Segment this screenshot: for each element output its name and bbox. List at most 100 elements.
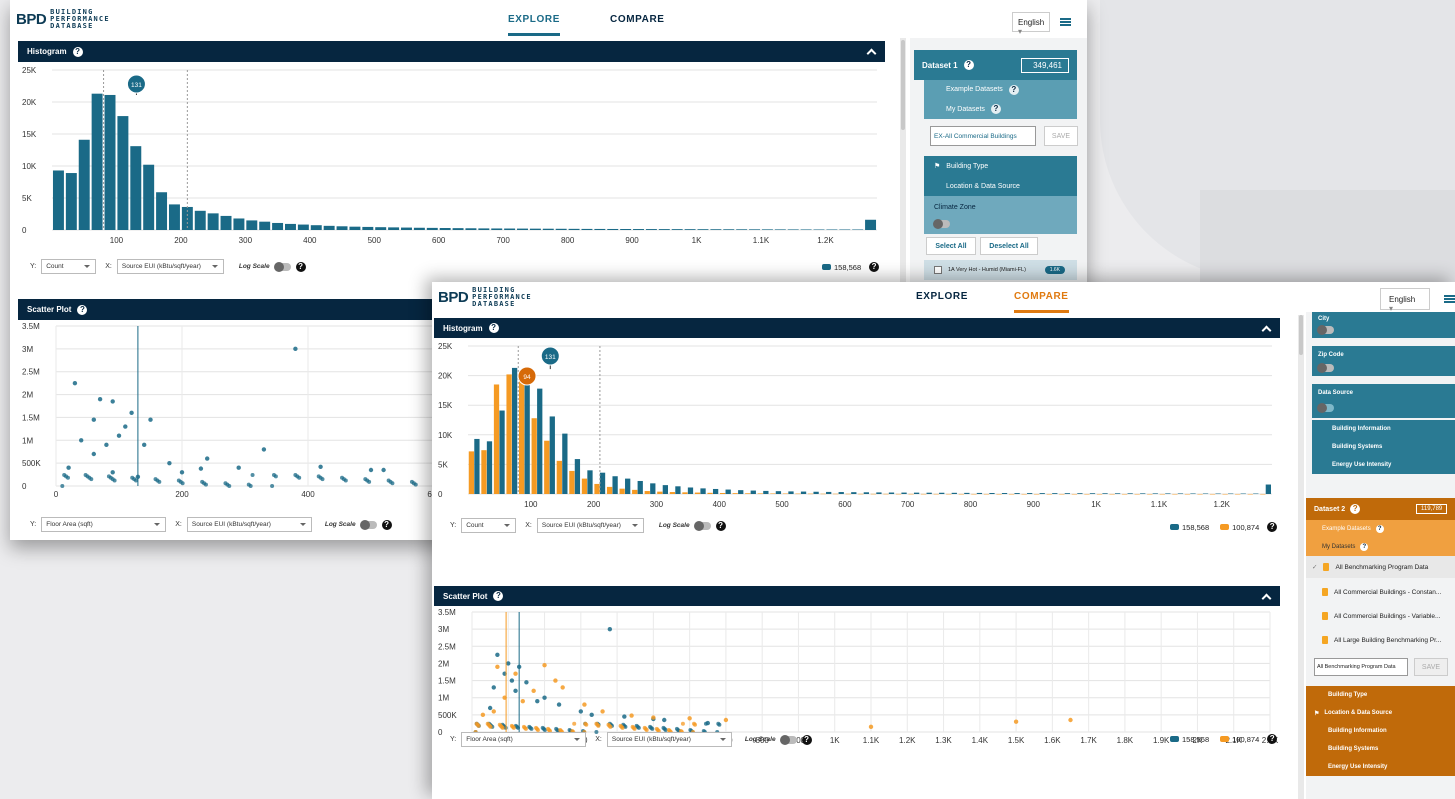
- bpd-logo[interactable]: BPD BUILDING PERFORMANCE DATABASE: [438, 287, 532, 308]
- scatter-chart[interactable]: 0500K1M1.5M2M2.5M3M3.5M01002003004005006…: [434, 606, 1280, 746]
- building-information-row[interactable]: Building Information: [1312, 420, 1455, 438]
- log-scale-toggle[interactable]: [273, 261, 291, 272]
- save-button[interactable]: SAVE: [1044, 126, 1078, 146]
- building-type-row[interactable]: Building Type: [1306, 686, 1455, 704]
- scatter-point: [511, 725, 516, 730]
- deselect-all-button[interactable]: Deselect All: [980, 237, 1038, 255]
- help-icon[interactable]: ?: [1267, 522, 1278, 532]
- nav-explore[interactable]: EXPLORE: [508, 14, 560, 36]
- city-toggle[interactable]: [1317, 325, 1334, 335]
- help-icon[interactable]: ?: [1360, 543, 1369, 551]
- histogram-bar: [732, 493, 738, 494]
- city-row[interactable]: City: [1312, 312, 1455, 338]
- checkbox[interactable]: [934, 266, 942, 274]
- building-systems-row[interactable]: Building Systems: [1312, 438, 1455, 456]
- scatter-point: [1013, 719, 1019, 724]
- help-icon[interactable]: ?: [1008, 84, 1019, 95]
- dataset-name-input[interactable]: EX-All Commercial Buildings: [930, 126, 1036, 146]
- climate-zone-item[interactable]: 1A Very Hot - Humid (Miami-FL) 1.6K: [924, 260, 1077, 280]
- log-scale-toggle[interactable]: [779, 734, 797, 745]
- building-systems-row[interactable]: Building Systems: [1306, 740, 1455, 758]
- example-datasets-row[interactable]: Example Datasets?: [924, 80, 1077, 99]
- scrollbar[interactable]: [1298, 315, 1304, 799]
- nav-compare[interactable]: COMPARE: [1014, 291, 1069, 313]
- histogram-bar: [800, 229, 812, 230]
- climate-zone-row[interactable]: Climate Zone: [924, 196, 1077, 234]
- histogram-bar: [787, 229, 799, 230]
- bpd-logo[interactable]: BPD BUILDING PERFORMANCE DATABASE: [16, 9, 110, 30]
- hamburger-menu-icon[interactable]: [1060, 18, 1071, 26]
- help-icon[interactable]: ?: [963, 60, 974, 70]
- scatter-point: [723, 717, 729, 723]
- x-axis-select[interactable]: Source EUI (kBtu/sqft/year): [606, 732, 732, 747]
- energy-use-row[interactable]: Energy Use Intensity: [1312, 456, 1455, 474]
- building-information-row[interactable]: Building Information: [1306, 722, 1455, 740]
- histogram-bar: [725, 489, 731, 494]
- save-button[interactable]: SAVE: [1414, 658, 1448, 676]
- nav-compare[interactable]: COMPARE: [610, 14, 665, 25]
- y-axis-select[interactable]: Count: [461, 518, 517, 533]
- x-axis-select[interactable]: Source EUI (kBtu/sqft/year): [536, 518, 644, 533]
- histogram-bar: [632, 489, 638, 494]
- hamburger-menu-icon[interactable]: [1444, 295, 1455, 303]
- log-scale-toggle[interactable]: [359, 519, 377, 530]
- building-type-row[interactable]: ⚑ Building Type: [924, 156, 1077, 176]
- zip-code-toggle[interactable]: [1317, 363, 1334, 373]
- histogram-chart[interactable]: 0 5K 10K 15K 20K 25K 100 200 300 400 500 600 700 800 9…: [18, 62, 885, 250]
- data-source-row[interactable]: Data Source: [1312, 384, 1455, 418]
- collapse-chevron-icon[interactable]: [866, 48, 877, 59]
- help-icon[interactable]: ?: [77, 304, 88, 315]
- help-icon[interactable]: ?: [72, 46, 83, 57]
- my-datasets-row[interactable]: My Datasets?: [924, 99, 1077, 119]
- log-scale-toggle[interactable]: [693, 520, 711, 531]
- my-datasets-row[interactable]: My Datasets?: [1306, 538, 1455, 556]
- help-icon[interactable]: ?: [869, 262, 880, 272]
- x-axis-select[interactable]: Source EUI (kBtu/sqft/year): [186, 517, 312, 532]
- dataset-list-item[interactable]: ✓ All Benchmarking Program Data: [1306, 556, 1455, 578]
- y-axis-select[interactable]: Floor Area (sqft): [461, 732, 587, 747]
- x-axis-select[interactable]: Source EUI (kBtu/sqft/year): [116, 259, 224, 274]
- help-icon[interactable]: ?: [990, 104, 1001, 114]
- example-datasets-row[interactable]: Example Datasets?: [1306, 520, 1455, 538]
- scatter-point: [110, 399, 115, 404]
- help-icon[interactable]: ?: [488, 323, 499, 333]
- y-axis-select[interactable]: Count: [41, 259, 97, 274]
- language-select[interactable]: English ▾: [1380, 288, 1430, 313]
- select-all-button[interactable]: Select All: [926, 237, 976, 255]
- histogram-bar: [958, 493, 964, 495]
- location-source-row[interactable]: Location & Data Source: [924, 176, 1077, 196]
- histogram-bar: [723, 229, 735, 230]
- help-icon[interactable]: ?: [715, 520, 726, 531]
- document-icon: [1323, 563, 1330, 571]
- help-icon[interactable]: ?: [1375, 525, 1384, 533]
- help-icon[interactable]: ?: [381, 519, 392, 530]
- language-select[interactable]: English ▾: [1012, 12, 1050, 36]
- scrollbar-thumb[interactable]: [1299, 315, 1303, 355]
- dataset-name-input[interactable]: All Benchmarking Program Data: [1314, 658, 1408, 676]
- help-icon[interactable]: ?: [1267, 734, 1278, 744]
- climate-zone-toggle[interactable]: [933, 219, 950, 229]
- x-tick-label: 300: [239, 236, 253, 245]
- dataset1-header[interactable]: Dataset 1 ? 349,461: [914, 50, 1077, 80]
- zip-code-row[interactable]: Zip Code: [1312, 346, 1455, 376]
- collapse-chevron-icon[interactable]: [1261, 593, 1272, 604]
- dataset-list-item[interactable]: All Commercial Buildings - Constan...: [1306, 582, 1455, 602]
- help-icon[interactable]: ?: [801, 734, 812, 745]
- dataset2-header[interactable]: Dataset 2 ? 119,789: [1306, 498, 1455, 520]
- dataset-list-item[interactable]: All Large Building Benchmarking Pr...: [1306, 630, 1455, 650]
- help-icon[interactable]: ?: [295, 261, 306, 272]
- y-axis-select[interactable]: Floor Area (sqft): [41, 517, 167, 532]
- energy-use-row[interactable]: Energy Use Intensity: [1306, 758, 1455, 776]
- collapse-chevron-icon[interactable]: [1261, 325, 1272, 336]
- x-tick-label: 1.2K: [899, 736, 916, 745]
- y-tick-label: 0: [438, 490, 443, 499]
- histogram-bar: [838, 492, 844, 494]
- dataset-list-item[interactable]: All Commercial Buildings - Variable...: [1306, 606, 1455, 626]
- histogram-chart[interactable]: 0 5K 10K 15K 20K 25K 100 200 300 400 500 600 700 800 9…: [434, 338, 1280, 514]
- help-icon[interactable]: ?: [1350, 504, 1361, 514]
- help-icon[interactable]: ?: [493, 591, 504, 601]
- data-source-toggle[interactable]: [1317, 403, 1334, 413]
- location-source-row[interactable]: ⚑ Location & Data Source: [1306, 704, 1455, 722]
- scrollbar-thumb[interactable]: [901, 40, 905, 130]
- nav-explore[interactable]: EXPLORE: [916, 291, 968, 302]
